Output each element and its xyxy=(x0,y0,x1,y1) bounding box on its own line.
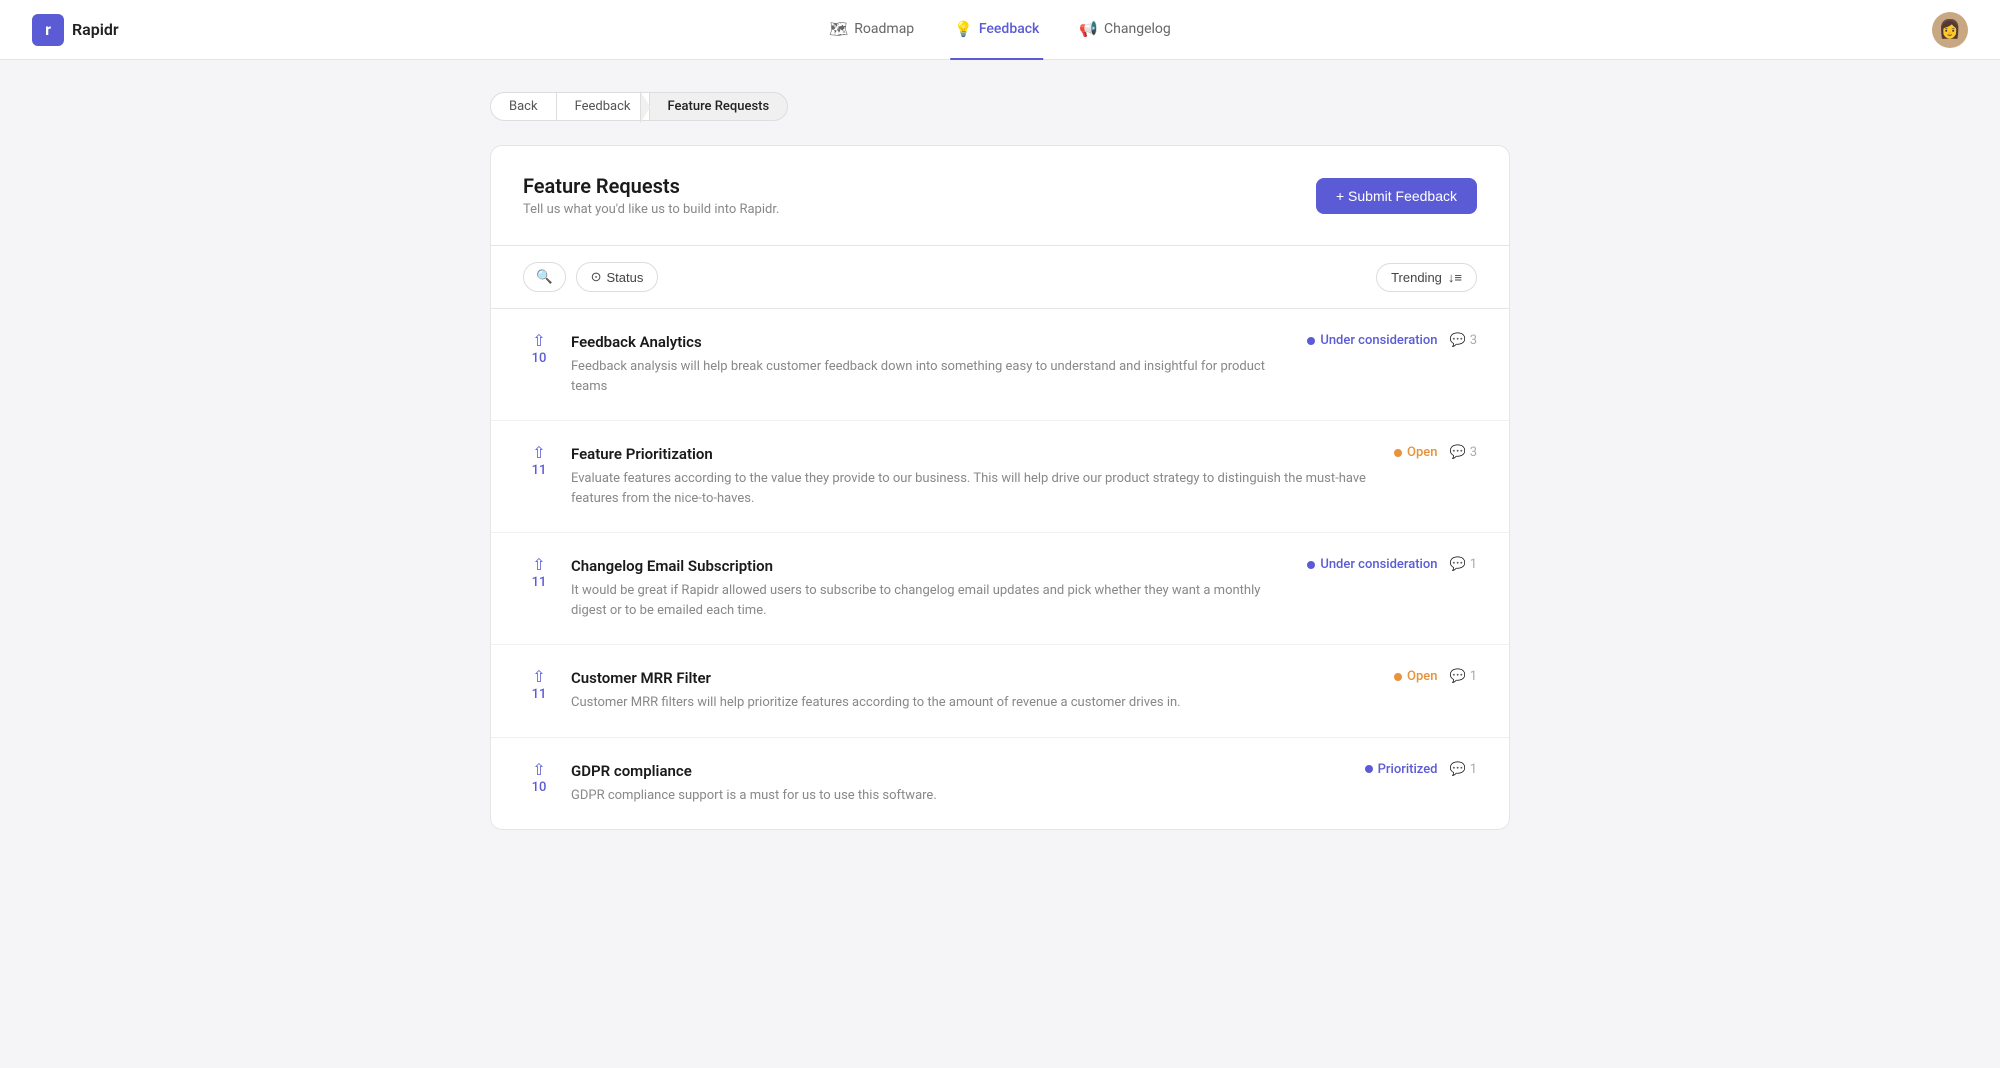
roadmap-icon: 🗺 xyxy=(829,20,848,38)
vote-area[interactable]: ⇧ 11 xyxy=(523,445,555,478)
vote-area[interactable]: ⇧ 10 xyxy=(523,762,555,795)
upvote-arrow[interactable]: ⇧ xyxy=(532,762,545,778)
comment-icon: 💬 xyxy=(1450,445,1466,460)
vote-count: 10 xyxy=(532,351,547,366)
feature-meta: Under consideration 💬 1 xyxy=(1307,557,1477,572)
feature-title: Changelog Email Subscription xyxy=(571,557,1291,575)
status-badge: Prioritized xyxy=(1365,762,1438,777)
breadcrumb-back[interactable]: Back xyxy=(490,92,557,121)
submit-feedback-button[interactable]: + Submit Feedback xyxy=(1316,178,1477,214)
sort-button[interactable]: Trending ↓≡ xyxy=(1376,263,1477,292)
card-header-text: Feature Requests Tell us what you'd like… xyxy=(523,174,779,217)
logo-area[interactable]: r Rapidr xyxy=(32,14,119,46)
feature-list-item[interactable]: ⇧ 10 GDPR compliance GDPR compliance sup… xyxy=(491,738,1509,830)
comment-icon: 💬 xyxy=(1450,333,1466,348)
sort-label: Trending xyxy=(1391,270,1442,285)
main-content: Back Feedback Feature Requests Feature R… xyxy=(450,60,1550,862)
comment-icon: 💬 xyxy=(1450,669,1466,684)
comment-count: 💬 1 xyxy=(1450,557,1478,572)
vote-area[interactable]: ⇧ 11 xyxy=(523,557,555,590)
status-dot xyxy=(1394,449,1402,457)
feature-description: Evaluate features according to the value… xyxy=(571,469,1378,508)
search-button[interactable]: 🔍 xyxy=(523,262,566,292)
feature-list-item[interactable]: ⇧ 10 Feedback Analytics Feedback analysi… xyxy=(491,309,1509,421)
feature-list-item[interactable]: ⇧ 11 Changelog Email Subscription It wou… xyxy=(491,533,1509,645)
feature-meta: Prioritized 💬 1 xyxy=(1365,762,1477,777)
feature-requests-card: Feature Requests Tell us what you'd like… xyxy=(490,145,1510,830)
feature-title: GDPR compliance xyxy=(571,762,1349,780)
card-header: Feature Requests Tell us what you'd like… xyxy=(491,146,1509,246)
status-filter-label: Status xyxy=(607,270,644,285)
changelog-icon: 📢 xyxy=(1079,20,1098,38)
main-nav: 🗺 Roadmap 💡 Feedback 📢 Changelog xyxy=(825,0,1175,60)
sort-icon: ↓≡ xyxy=(1448,270,1462,285)
feature-meta: Open 💬 3 xyxy=(1394,445,1477,460)
status-filter-icon: ⊙ xyxy=(591,269,602,285)
feature-content: Changelog Email Subscription It would be… xyxy=(571,557,1291,620)
feature-description: GDPR compliance support is a must for us… xyxy=(571,786,1349,806)
vote-count: 11 xyxy=(532,687,547,702)
nav-changelog-label: Changelog xyxy=(1104,21,1171,37)
nav-changelog[interactable]: 📢 Changelog xyxy=(1075,0,1174,60)
status-dot xyxy=(1394,673,1402,681)
feature-content: Feedback Analytics Feedback analysis wil… xyxy=(571,333,1291,396)
vote-area[interactable]: ⇧ 10 xyxy=(523,333,555,366)
feature-meta: Open 💬 1 xyxy=(1394,669,1477,684)
breadcrumb: Back Feedback Feature Requests xyxy=(490,92,1510,121)
feature-title: Feature Prioritization xyxy=(571,445,1378,463)
header: r Rapidr 🗺 Roadmap 💡 Feedback 📢 Changelo… xyxy=(0,0,2000,60)
app-name: Rapidr xyxy=(72,20,119,39)
feature-content: GDPR compliance GDPR compliance support … xyxy=(571,762,1349,806)
feature-content: Feature Prioritization Evaluate features… xyxy=(571,445,1378,508)
upvote-arrow[interactable]: ⇧ xyxy=(532,557,545,573)
feature-list-item[interactable]: ⇧ 11 Feature Prioritization Evaluate fea… xyxy=(491,421,1509,533)
status-filter-button[interactable]: ⊙ Status xyxy=(576,262,659,292)
breadcrumb-feedback[interactable]: Feedback xyxy=(556,92,650,121)
upvote-arrow[interactable]: ⇧ xyxy=(532,669,545,685)
feature-content: Customer MRR Filter Customer MRR filters… xyxy=(571,669,1378,713)
vote-count: 11 xyxy=(532,463,547,478)
breadcrumb-feature-requests[interactable]: Feature Requests xyxy=(649,92,789,121)
feature-meta: Under consideration 💬 3 xyxy=(1307,333,1477,348)
feature-title: Customer MRR Filter xyxy=(571,669,1378,687)
status-badge: Under consideration xyxy=(1307,333,1437,348)
comment-count: 💬 3 xyxy=(1450,333,1478,348)
logo-icon: r xyxy=(32,14,64,46)
upvote-arrow[interactable]: ⇧ xyxy=(532,333,545,349)
status-dot xyxy=(1307,337,1315,345)
card-title: Feature Requests xyxy=(523,174,779,198)
filters-left: 🔍 ⊙ Status xyxy=(523,262,658,292)
feature-title: Feedback Analytics xyxy=(571,333,1291,351)
nav-feedback-label: Feedback xyxy=(979,21,1039,37)
search-icon: 🔍 xyxy=(536,269,553,285)
nav-feedback[interactable]: 💡 Feedback xyxy=(950,0,1043,60)
comment-count: 💬 1 xyxy=(1450,669,1478,684)
status-badge: Open xyxy=(1394,445,1437,460)
comment-icon: 💬 xyxy=(1450,557,1466,572)
comment-count: 💬 1 xyxy=(1450,762,1478,777)
avatar[interactable]: 👩 xyxy=(1932,12,1968,48)
status-dot xyxy=(1307,561,1315,569)
vote-area[interactable]: ⇧ 11 xyxy=(523,669,555,702)
feature-list: ⇧ 10 Feedback Analytics Feedback analysi… xyxy=(491,309,1509,829)
feedback-icon: 💡 xyxy=(954,20,973,38)
nav-roadmap-label: Roadmap xyxy=(854,21,914,37)
status-dot xyxy=(1365,765,1373,773)
vote-count: 10 xyxy=(532,780,547,795)
feature-description: Customer MRR filters will help prioritiz… xyxy=(571,693,1378,713)
status-badge: Open xyxy=(1394,669,1437,684)
card-subtitle: Tell us what you'd like us to build into… xyxy=(523,202,779,217)
feature-description: Feedback analysis will help break custom… xyxy=(571,357,1291,396)
comment-icon: 💬 xyxy=(1450,762,1466,777)
status-badge: Under consideration xyxy=(1307,557,1437,572)
upvote-arrow[interactable]: ⇧ xyxy=(532,445,545,461)
comment-count: 💬 3 xyxy=(1450,445,1478,460)
filters-bar: 🔍 ⊙ Status Trending ↓≡ xyxy=(491,246,1509,309)
nav-roadmap[interactable]: 🗺 Roadmap xyxy=(825,0,918,60)
feature-list-item[interactable]: ⇧ 11 Customer MRR Filter Customer MRR fi… xyxy=(491,645,1509,738)
vote-count: 11 xyxy=(532,575,547,590)
feature-description: It would be great if Rapidr allowed user… xyxy=(571,581,1291,620)
